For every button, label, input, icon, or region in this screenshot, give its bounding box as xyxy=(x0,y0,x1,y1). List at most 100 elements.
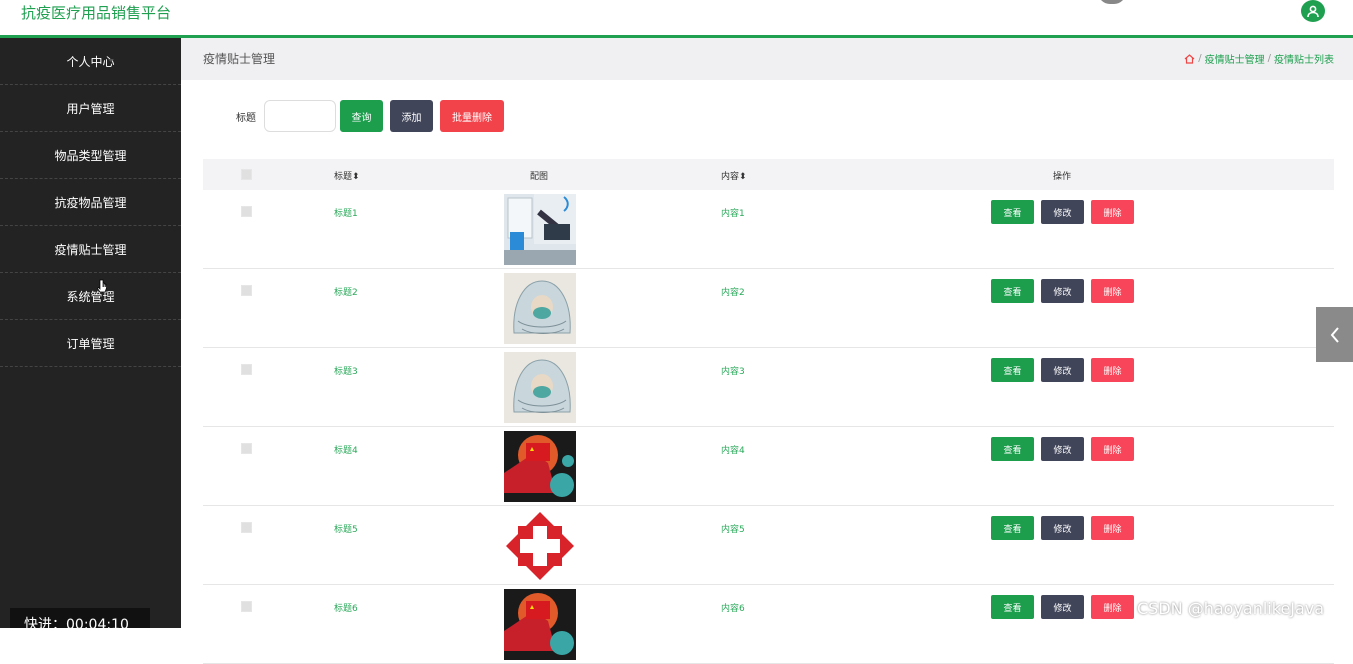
row-checkbox[interactable] xyxy=(241,522,252,533)
user-avatar-icon[interactable] xyxy=(1301,0,1325,22)
table-row: 标题6 内容6 查看 修改 删除 xyxy=(203,585,1334,664)
row-actions: 查看 修改 删除 xyxy=(991,279,1134,303)
breadcrumb-tips-list[interactable]: 疫情贴士列表 xyxy=(1274,51,1334,66)
delete-button[interactable]: 删除 xyxy=(1091,437,1134,461)
sidebar-item-item-types[interactable]: 物品类型管理 xyxy=(0,132,181,179)
row-checkbox[interactable] xyxy=(241,601,252,612)
search-bar: 标题 查询 添加 批量删除 xyxy=(236,100,504,132)
delete-button[interactable]: 删除 xyxy=(1091,279,1134,303)
table-row: 标题3 内容3 查看 修改 删除 xyxy=(203,348,1334,427)
row-actions: 查看 修改 删除 xyxy=(991,437,1134,461)
edit-button[interactable]: 修改 xyxy=(1041,200,1084,224)
sidebar-item-label: 抗疫物品管理 xyxy=(54,195,127,210)
chevron-down-icon xyxy=(108,153,114,156)
title-search-input[interactable] xyxy=(264,100,336,132)
edit-button[interactable]: 修改 xyxy=(1041,279,1084,303)
batch-delete-button[interactable]: 批量删除 xyxy=(440,100,504,132)
row-content: 内容5 xyxy=(721,525,745,535)
tips-table: 标题⬍ 配图 内容⬍ 操作 标题1 内容1 查看 修改 删除 标题2 内容2 查… xyxy=(203,159,1334,664)
top-header: 抗疫医疗用品销售平台 xyxy=(0,0,1353,35)
column-header-actions: 操作 xyxy=(1053,172,1072,182)
mouse-pointer-icon xyxy=(97,279,107,293)
breadcrumb-tips-manage[interactable]: 疫情贴士管理 xyxy=(1205,51,1265,66)
masked-worker-sketch-image xyxy=(504,273,576,344)
breadcrumb: / 疫情贴士管理 / 疫情贴士列表 xyxy=(1184,51,1334,66)
fist-flag-virus-image xyxy=(504,589,576,660)
row-content: 内容3 xyxy=(721,367,745,377)
row-title: 标题6 xyxy=(334,604,358,614)
page-header: 疫情贴士管理 / 疫情贴士管理 / 疫情贴士列表 xyxy=(181,38,1353,80)
view-button[interactable]: 查看 xyxy=(991,516,1034,540)
collapse-panel-tab[interactable] xyxy=(1316,307,1353,362)
column-header-image: 配图 xyxy=(530,172,549,182)
sidebar-item-personal-center[interactable]: 个人中心 xyxy=(0,38,181,85)
home-icon[interactable] xyxy=(1184,53,1195,64)
row-title: 标题1 xyxy=(334,209,358,219)
sort-icon[interactable]: ⬍ xyxy=(739,172,747,182)
edit-button[interactable]: 修改 xyxy=(1041,516,1084,540)
chevron-down-icon xyxy=(108,341,114,344)
row-content: 内容1 xyxy=(721,209,745,219)
chevron-down-icon xyxy=(108,59,114,62)
chevron-down-icon xyxy=(108,200,114,203)
edit-button[interactable]: 修改 xyxy=(1041,595,1084,619)
title-filter-label: 标题 xyxy=(236,112,256,124)
red-cross-emblem-image xyxy=(504,510,576,581)
sidebar-item-label: 疫情贴士管理 xyxy=(54,242,127,257)
row-title: 标题2 xyxy=(334,288,358,298)
table-row: 标题5 内容5 查看 修改 删除 xyxy=(203,506,1334,585)
add-button[interactable]: 添加 xyxy=(390,100,433,132)
table-row: 标题1 内容1 查看 修改 删除 xyxy=(203,190,1334,269)
fist-flag-virus-image xyxy=(504,431,576,502)
column-header-content[interactable]: 内容⬍ xyxy=(721,169,747,182)
delete-button[interactable]: 删除 xyxy=(1091,595,1134,619)
row-checkbox[interactable] xyxy=(241,285,252,296)
sidebar-item-system[interactable]: 系统管理 xyxy=(0,273,181,320)
sidebar-item-label: 物品类型管理 xyxy=(54,148,127,163)
row-title: 标题5 xyxy=(334,525,358,535)
sidebar-item-users[interactable]: 用户管理 xyxy=(0,85,181,132)
edit-button[interactable]: 修改 xyxy=(1041,437,1084,461)
watermark: CSDN @haoyanlikeJava xyxy=(1137,599,1325,618)
row-actions: 查看 修改 删除 xyxy=(991,358,1134,382)
delete-button[interactable]: 删除 xyxy=(1091,200,1134,224)
edit-button[interactable]: 修改 xyxy=(1041,358,1084,382)
row-title: 标题3 xyxy=(334,367,358,377)
chevron-down-icon xyxy=(108,247,114,250)
doctor-at-desk-image xyxy=(504,194,576,265)
app-title: 抗疫医疗用品销售平台 xyxy=(21,4,172,22)
delete-button[interactable]: 删除 xyxy=(1091,516,1134,540)
row-title: 标题4 xyxy=(334,446,358,456)
table-row: 标题4 内容4 查看 修改 删除 xyxy=(203,427,1334,506)
row-checkbox[interactable] xyxy=(241,206,252,217)
row-actions: 查看 修改 删除 xyxy=(991,595,1134,619)
notification-indicator[interactable] xyxy=(1098,0,1126,4)
table-header: 标题⬍ 配图 内容⬍ 操作 xyxy=(203,159,1334,190)
select-all-checkbox[interactable] xyxy=(241,169,252,180)
sidebar: 个人中心 用户管理 物品类型管理 抗疫物品管理 疫情贴士管理 系统管理 订单管理 xyxy=(0,38,181,628)
query-button[interactable]: 查询 xyxy=(340,100,383,132)
view-button[interactable]: 查看 xyxy=(991,437,1034,461)
view-button[interactable]: 查看 xyxy=(991,595,1034,619)
masked-worker-sketch-image xyxy=(504,352,576,423)
sidebar-item-supplies[interactable]: 抗疫物品管理 xyxy=(0,179,181,226)
chevron-left-icon xyxy=(1330,326,1339,343)
playback-timer: 快进：00:04:10 xyxy=(10,608,150,628)
row-content: 内容4 xyxy=(721,446,745,456)
view-button[interactable]: 查看 xyxy=(991,200,1034,224)
view-button[interactable]: 查看 xyxy=(991,279,1034,303)
chevron-down-icon xyxy=(108,106,114,109)
row-checkbox[interactable] xyxy=(241,364,252,375)
delete-button[interactable]: 删除 xyxy=(1091,358,1134,382)
row-content: 内容6 xyxy=(721,604,745,614)
sidebar-item-tips[interactable]: 疫情贴士管理 xyxy=(0,226,181,273)
row-actions: 查看 修改 删除 xyxy=(991,516,1134,540)
column-header-title[interactable]: 标题⬍ xyxy=(334,169,360,182)
sort-icon[interactable]: ⬍ xyxy=(352,172,360,182)
row-checkbox[interactable] xyxy=(241,443,252,454)
view-button[interactable]: 查看 xyxy=(991,358,1034,382)
row-content: 内容2 xyxy=(721,288,745,298)
table-row: 标题2 内容2 查看 修改 删除 xyxy=(203,269,1334,348)
sidebar-item-orders[interactable]: 订单管理 xyxy=(0,320,181,367)
row-actions: 查看 修改 删除 xyxy=(991,200,1134,224)
